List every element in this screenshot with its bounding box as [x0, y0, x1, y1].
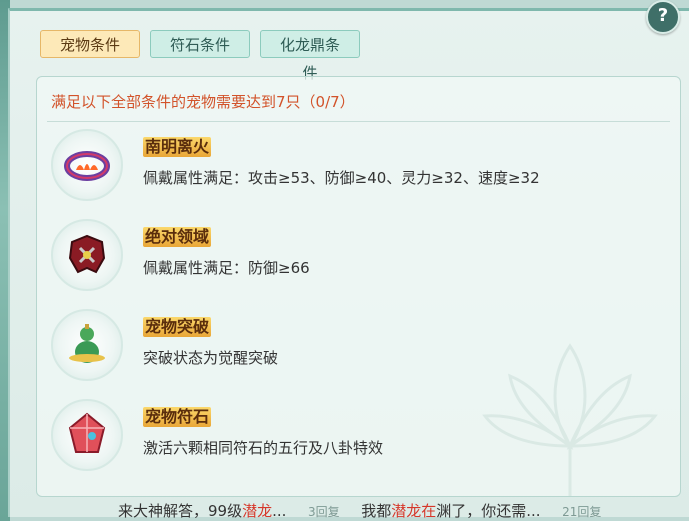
tab-runestone-conditions[interactable]: 符石条件 [150, 30, 250, 58]
item-name: 绝对领域 [143, 227, 212, 247]
item-icon-frame [51, 219, 123, 291]
reply-count: 21回复 [562, 505, 602, 519]
chat-highlight: 潜龙在 [391, 502, 437, 520]
condition-item: 宠物符石 激活六颗相同符石的五行及八卦特效 [51, 399, 651, 479]
tab-bar: 宠物条件 符石条件 化龙鼎条件 [40, 30, 360, 82]
item-description: 激活六颗相同符石的五行及八卦特效 [143, 439, 384, 457]
help-button[interactable]: ? [646, 0, 680, 34]
tab-pet-conditions[interactable]: 宠物条件 [40, 30, 140, 58]
runestone-icon [68, 412, 106, 453]
ring-icon [64, 151, 110, 181]
chat-text: 我都 [361, 502, 392, 520]
item-icon-frame [51, 129, 123, 201]
condition-item: 宠物突破 突破状态为觉醒突破 [51, 309, 651, 389]
divider [47, 121, 670, 122]
item-name: 南明离火 [143, 137, 212, 157]
question-icon: ? [657, 5, 669, 26]
chat-highlight: 潜龙 [242, 502, 273, 520]
reply-count: 3回复 [307, 505, 340, 519]
item-name: 宠物符石 [143, 407, 212, 427]
requirement-title: 满足以下全部条件的宠物需要达到7只（0/7） [51, 93, 355, 111]
item-icon-frame [51, 399, 123, 471]
tab-dragon-cauldron-conditions[interactable]: 化龙鼎条件 [260, 30, 360, 82]
condition-item: 南明离火 佩戴属性满足：攻击≥53、防御≥40、灵力≥32、速度≥32 [51, 129, 651, 209]
condition-item: 绝对领域 佩戴属性满足：防御≥66 [51, 219, 651, 299]
item-description: 突破状态为觉醒突破 [143, 349, 279, 367]
chat-ticker[interactable]: 来大神解答，99级潜龙... 3回复 我都潜龙在渊了，你还需... 21回复 [118, 500, 601, 521]
chat-text: 渊了，你还需... [436, 502, 541, 520]
gourd-icon [69, 324, 105, 363]
item-description: 佩戴属性满足：防御≥66 [143, 259, 310, 277]
chat-text: 来大神解答，99级 [118, 502, 243, 520]
conditions-panel: 满足以下全部条件的宠物需要达到7只（0/7） 南明离火 佩戴属性满足：攻击≥53… [36, 76, 681, 497]
chat-text: ... [272, 502, 287, 520]
armor-icon [68, 234, 106, 274]
item-description: 佩戴属性满足：攻击≥53、防御≥40、灵力≥32、速度≥32 [143, 169, 540, 187]
item-icon-frame [51, 309, 123, 381]
item-name: 宠物突破 [143, 317, 212, 337]
